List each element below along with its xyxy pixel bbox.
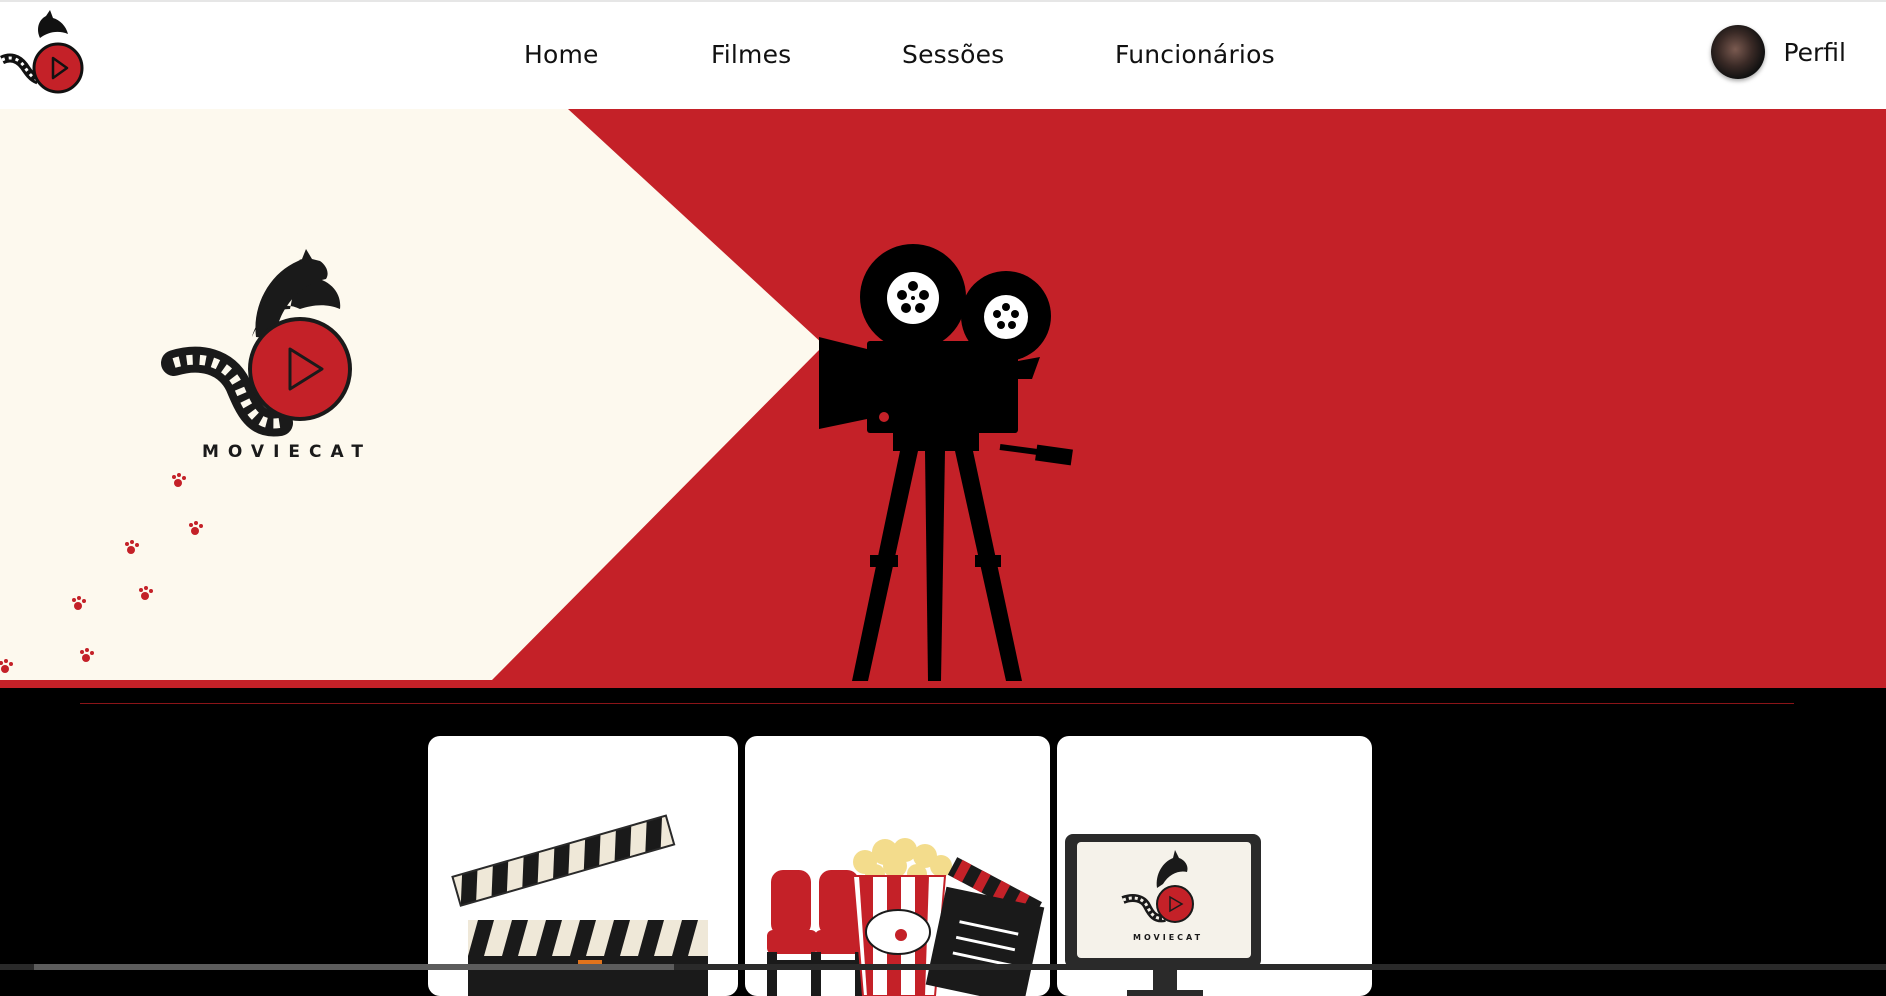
film-camera-illustration [819, 244, 1073, 681]
filmes-card[interactable] [428, 736, 738, 996]
cinema-seats-popcorn-icon [767, 838, 1045, 996]
monitor-icon: MOVIECAT [1065, 834, 1261, 996]
projector-light-beam [0, 109, 824, 680]
section-divider [80, 703, 1794, 704]
horizontal-scrollbar[interactable] [0, 964, 1886, 970]
profile-label[interactable]: Perfil [1783, 38, 1846, 67]
nav-funcionarios[interactable]: Funcionários [1115, 40, 1275, 69]
scrollbar-thumb[interactable] [34, 964, 674, 970]
brand-wordmark: MOVIECAT [202, 442, 372, 462]
nav-home[interactable]: Home [524, 40, 599, 69]
nav-sessoes[interactable]: Sessões [902, 40, 1004, 69]
funcionarios-card[interactable]: MOVIECAT [1057, 736, 1372, 996]
hero-banner: MOVIECAT [0, 109, 1886, 688]
monitor-brand-wordmark: MOVIECAT [1133, 933, 1203, 942]
avatar[interactable] [1711, 25, 1766, 79]
profile-menu[interactable]: Perfil [1711, 22, 1846, 82]
moviecat-logo[interactable] [0, 8, 90, 98]
sessoes-card[interactable] [745, 736, 1050, 996]
nav-filmes[interactable]: Filmes [711, 40, 791, 69]
navbar: Home Filmes Sessões Funcionários Perfil [0, 0, 1886, 109]
clapperboard-icon [451, 814, 708, 996]
